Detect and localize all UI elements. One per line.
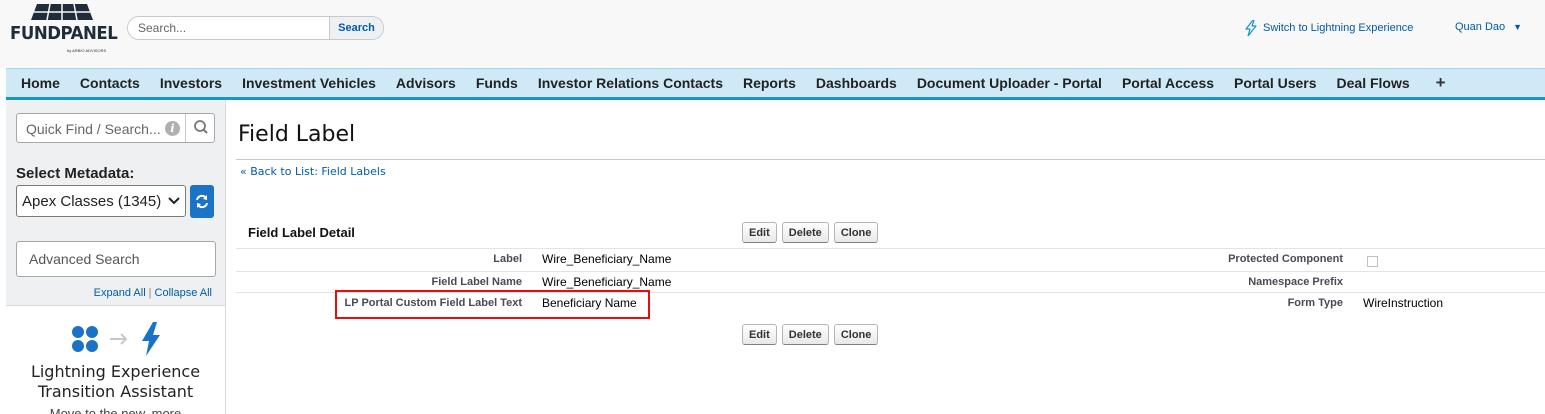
tab-investor-relations-contacts[interactable]: Investor Relations Contacts [528, 69, 733, 97]
switch-to-lightning-link[interactable]: Switch to Lightning Experience [1245, 20, 1413, 36]
expand-collapse-links: Expand All | Collapse All [6, 287, 212, 299]
detail-divider [236, 248, 1545, 249]
back-to-list-link[interactable]: « Back to List: Field Labels [240, 165, 386, 178]
chevron-down-icon [168, 197, 180, 205]
row-divider [236, 271, 1545, 272]
tab-contacts[interactable]: Contacts [70, 69, 150, 97]
caret-down-icon: ▼ [1513, 22, 1523, 32]
logo-text: FUNDPANEL [10, 23, 118, 44]
fundpanel-logo[interactable]: FUNDPANEL by ARBIO ADVISORS [10, 2, 118, 60]
tab-bar: Home Contacts Investors Investment Vehic… [6, 68, 1545, 100]
edit-button[interactable]: Edit [742, 222, 777, 243]
all-tabs-plus-icon[interactable]: + [1420, 73, 1446, 93]
lightning-bolt-icon [1245, 20, 1257, 36]
quick-find-placeholder: Quick Find / Search... [26, 121, 161, 137]
select-metadata-label: Select Metadata: [16, 165, 135, 182]
global-search-input[interactable] [128, 17, 330, 39]
lex-subtitle: Move to the new, more [49, 406, 182, 414]
title-divider [236, 159, 1545, 160]
clone-button[interactable]: Clone [833, 324, 879, 345]
section-title: Field Label Detail [248, 225, 355, 240]
advanced-search-input[interactable]: Advanced Search [16, 241, 216, 277]
solar-panel-icon [31, 4, 93, 20]
global-search: Search [127, 16, 384, 40]
switch-to-lightning-label: Switch to Lightning Experience [1263, 22, 1414, 34]
protected-component-label: Protected Component [1228, 253, 1343, 265]
page-title: Field Label [238, 122, 356, 147]
refresh-icon [196, 194, 208, 209]
metadata-select-value: Apex Classes (1345) [22, 192, 162, 210]
edit-button[interactable]: Edit [742, 324, 777, 345]
lex-title: Lightning Experience Transition Assistan… [30, 362, 201, 401]
delete-button[interactable]: Delete [781, 324, 829, 345]
clone-button[interactable]: Clone [833, 222, 879, 243]
field-label-name-value: Wire_Beneficiary_Name [542, 275, 672, 289]
tab-portal-access[interactable]: Portal Access [1112, 69, 1224, 97]
highlight-box [335, 290, 650, 319]
label-field-value: Wire_Beneficiary_Name [542, 252, 672, 266]
tab-portal-users[interactable]: Portal Users [1224, 69, 1326, 97]
search-icon[interactable] [185, 114, 215, 142]
lightning-transition-assistant[interactable]: Lightning Experience Transition Assistan… [6, 305, 225, 414]
sidebar: Quick Find / Search... i Select Metadata… [6, 100, 226, 414]
tab-home[interactable]: Home [6, 69, 70, 97]
user-name: Quan Dao [1455, 21, 1506, 33]
bottom-button-group: Edit Delete Clone [742, 324, 879, 345]
tab-document-uploader-portal[interactable]: Document Uploader - Portal [907, 69, 1112, 97]
tab-deal-flows[interactable]: Deal Flows [1327, 69, 1420, 97]
form-type-value: WireInstruction [1363, 296, 1444, 310]
tab-investors[interactable]: Investors [150, 69, 232, 97]
header: FUNDPANEL by ARBIO ADVISORS Search Switc… [0, 0, 1545, 68]
metadata-select[interactable]: Apex Classes (1345) [16, 185, 186, 217]
field-label-name-label: Field Label Name [431, 276, 522, 288]
search-button[interactable]: Search [329, 17, 383, 39]
info-icon[interactable]: i [165, 121, 180, 136]
protected-component-checkbox [1367, 256, 1378, 267]
logo-subtext: by ARBIO ADVISORS [67, 48, 107, 53]
tab-funds[interactable]: Funds [466, 69, 528, 97]
form-type-label: Form Type [1287, 297, 1343, 309]
arrow-right-icon [110, 333, 128, 345]
transition-icons [72, 322, 160, 356]
flower-icon [72, 326, 98, 352]
lightning-bolt-icon [142, 322, 160, 356]
label-field-label: Label [493, 253, 522, 265]
refresh-button[interactable] [190, 185, 214, 218]
tab-advisors[interactable]: Advisors [386, 69, 466, 97]
top-button-group: Edit Delete Clone [742, 222, 879, 243]
delete-button[interactable]: Delete [781, 222, 829, 243]
tab-dashboards[interactable]: Dashboards [806, 69, 907, 97]
expand-all-link[interactable]: Expand All [94, 287, 146, 299]
tab-investment-vehicles[interactable]: Investment Vehicles [232, 69, 386, 97]
user-menu[interactable]: Quan Dao ▼ [1455, 21, 1522, 33]
collapse-all-link[interactable]: Collapse All [155, 287, 212, 299]
namespace-prefix-label: Namespace Prefix [1248, 276, 1343, 288]
link-separator: | [148, 287, 152, 299]
tab-reports[interactable]: Reports [733, 69, 806, 97]
quick-find-input[interactable]: Quick Find / Search... i [16, 113, 215, 143]
